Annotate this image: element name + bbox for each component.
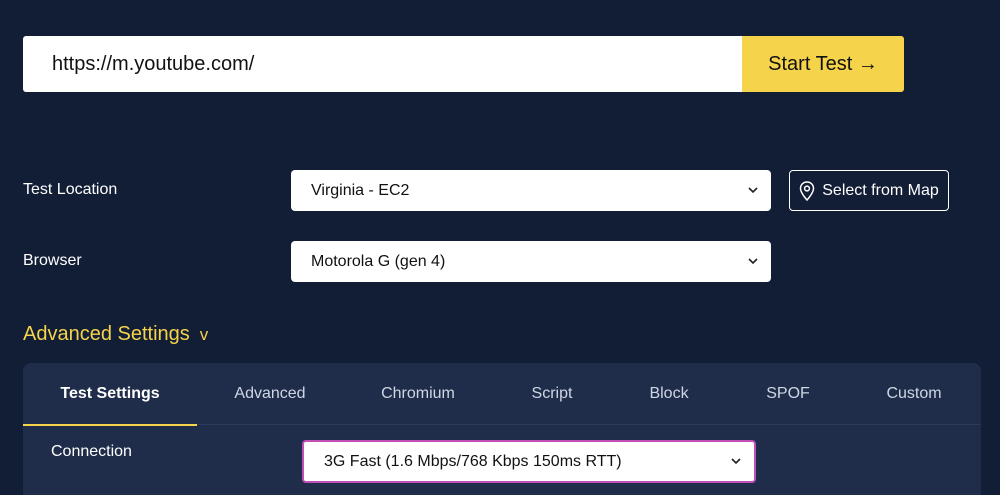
test-location-value: Virginia - EC2 bbox=[311, 181, 410, 199]
select-from-map-button[interactable]: Select from Map bbox=[789, 170, 949, 211]
tab-script[interactable]: Script bbox=[512, 363, 592, 425]
tab-block[interactable]: Block bbox=[634, 363, 704, 425]
connection-select[interactable]: 3G Fast (1.6 Mbps/768 Kbps 150ms RTT) bbox=[302, 440, 756, 483]
browser-value: Motorola G (gen 4) bbox=[311, 252, 446, 270]
settings-tabs: Test Settings Advanced Chromium Script B… bbox=[23, 363, 981, 426]
connection-value: 3G Fast (1.6 Mbps/768 Kbps 150ms RTT) bbox=[324, 452, 622, 470]
tab-advanced[interactable]: Advanced bbox=[215, 363, 325, 425]
browser-select[interactable]: Motorola G (gen 4) bbox=[291, 241, 771, 282]
tab-custom[interactable]: Custom bbox=[874, 363, 954, 425]
select-from-map-label: Select from Map bbox=[822, 181, 939, 199]
page: Start Test → Test Location Virginia - EC… bbox=[0, 0, 1000, 495]
tab-test-settings[interactable]: Test Settings bbox=[23, 363, 197, 426]
advanced-settings-toggle[interactable]: Advanced Settings v bbox=[23, 323, 208, 346]
tab-chromium[interactable]: Chromium bbox=[363, 363, 473, 425]
map-pin-icon bbox=[799, 180, 815, 201]
chevron-down-icon bbox=[731, 457, 741, 464]
settings-panel: Test Settings Advanced Chromium Script B… bbox=[23, 363, 981, 495]
test-location-select[interactable]: Virginia - EC2 bbox=[291, 170, 771, 211]
url-bar: Start Test → bbox=[23, 36, 904, 92]
advanced-settings-label: Advanced Settings bbox=[23, 323, 190, 345]
start-test-button[interactable]: Start Test → bbox=[742, 36, 904, 92]
tab-spof[interactable]: SPOF bbox=[753, 363, 823, 425]
connection-label: Connection bbox=[51, 443, 132, 460]
toggle-indicator: v bbox=[199, 324, 209, 344]
chevron-down-icon bbox=[748, 257, 758, 264]
chevron-down-icon bbox=[748, 186, 758, 193]
test-location-label: Test Location bbox=[23, 181, 118, 198]
url-input[interactable] bbox=[23, 36, 742, 92]
browser-label: Browser bbox=[23, 252, 82, 269]
